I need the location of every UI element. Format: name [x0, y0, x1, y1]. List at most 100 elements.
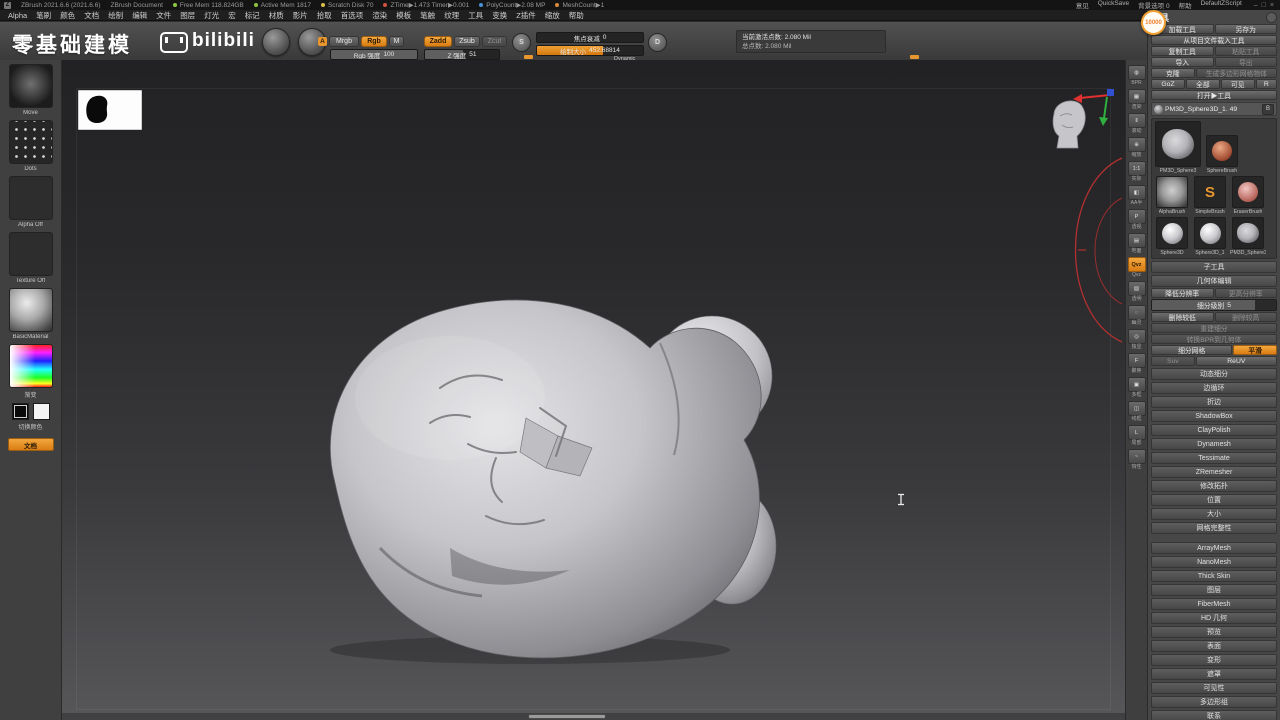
stroke-thumbnail-icon[interactable]: [8, 120, 53, 164]
copy-tool-button[interactable]: 复制工具: [1151, 46, 1214, 56]
horizontal-scrollbar-thumb[interactable]: [528, 714, 606, 719]
subpalette-header[interactable]: Thick Skin: [1151, 570, 1277, 582]
menu-item[interactable]: 笔触: [420, 10, 435, 20]
material-selector[interactable]: BasicMaterial: [8, 288, 53, 340]
clone-button[interactable]: 克隆: [1151, 68, 1195, 78]
subpalette-header[interactable]: 图层: [1151, 584, 1277, 596]
import-button[interactable]: 导入: [1151, 57, 1214, 67]
right-shelf-button[interactable]: ◧ AA半: [1127, 185, 1146, 206]
subsection-header[interactable]: 边循环: [1151, 382, 1277, 394]
active-tool-bar[interactable]: PM3D_Sphere3D_1. 49 B: [1151, 102, 1277, 116]
right-shelf-icon[interactable]: ◎: [1127, 329, 1146, 344]
menu-item[interactable]: 拾取: [317, 10, 332, 20]
right-shelf-icon[interactable]: 1:1: [1127, 161, 1146, 176]
right-shelf-icon[interactable]: L: [1127, 425, 1146, 440]
titlebar-button[interactable]: 帮助: [1179, 0, 1192, 10]
right-shelf-button[interactable]: Qvz Qvz: [1127, 257, 1146, 278]
document-button[interactable]: 文档: [7, 438, 54, 451]
del-higher-button[interactable]: 删除较高: [1214, 312, 1277, 322]
material-thumbnail-icon[interactable]: [8, 288, 53, 332]
subpalette-header[interactable]: 表面: [1151, 640, 1277, 652]
rgb-intensity-slider[interactable]: Rgb 强度 100: [330, 49, 418, 60]
menu-item[interactable]: Alpha: [8, 11, 27, 20]
subpalette-header[interactable]: 遮罩: [1151, 668, 1277, 680]
subsection-header[interactable]: 修改拓扑: [1151, 480, 1277, 492]
brush-selector[interactable]: Move: [8, 64, 53, 116]
titlebar-button[interactable]: 意见: [1076, 0, 1089, 10]
zsub-button[interactable]: Zsub: [454, 36, 480, 47]
right-shelf-button[interactable]: L 局部: [1127, 425, 1146, 446]
right-shelf-icon[interactable]: P: [1127, 209, 1146, 224]
right-shelf-button[interactable]: P 透视: [1127, 209, 1146, 230]
higher-res-button[interactable]: 更高分辨率: [1214, 288, 1277, 298]
right-shelf-icon[interactable]: ◍: [1127, 65, 1146, 80]
zadd-button[interactable]: Zadd: [424, 36, 452, 47]
tool-thumbnail[interactable]: SphereBrush: [1204, 135, 1240, 174]
right-shelf-button[interactable]: ~ 惰性: [1127, 449, 1146, 470]
lightbox-toggle-icon[interactable]: [262, 28, 290, 56]
menu-item[interactable]: 绘制: [108, 10, 123, 20]
titlebar-button[interactable]: DefaultZScript: [1201, 0, 1242, 10]
alpha-thumbnail-icon[interactable]: [8, 176, 53, 220]
stroke-curve-icon[interactable]: S: [512, 33, 531, 52]
tool-thumbnail-icon[interactable]: [1156, 217, 1188, 249]
menu-item[interactable]: 工具: [468, 10, 483, 20]
texture-thumbnail-icon[interactable]: [8, 232, 53, 276]
alpha-selector[interactable]: Alpha Off: [8, 176, 53, 228]
sculpture-mesh[interactable]: [240, 248, 800, 673]
mrgb-button[interactable]: Mrgb: [329, 36, 359, 47]
right-shelf-icon[interactable]: ◌: [1127, 305, 1146, 320]
subsection-header[interactable]: 折边: [1151, 396, 1277, 408]
goz-r-button[interactable]: R: [1255, 79, 1278, 89]
menu-item[interactable]: 笔刷: [36, 10, 51, 20]
menu-item[interactable]: Z插件: [516, 10, 536, 20]
menu-item[interactable]: 颜色: [60, 10, 75, 20]
stroke-selector[interactable]: Dots: [8, 120, 53, 172]
menu-item[interactable]: 文档: [84, 10, 99, 20]
make-polymesh3d-button[interactable]: 生成多边形网格物体: [1195, 68, 1277, 78]
alpha-badge[interactable]: A: [318, 37, 327, 46]
right-shelf-icon[interactable]: ⇕: [1127, 113, 1146, 128]
reconstruct-subdiv-button[interactable]: 重建细分: [1151, 323, 1277, 333]
right-shelf-icon[interactable]: ⊕: [1127, 137, 1146, 152]
tool-thumbnail-icon[interactable]: [1206, 135, 1238, 167]
divide-button[interactable]: 细分网格: [1151, 345, 1233, 355]
tool-thumbnail[interactable]: PM3D_Sphere3D: [1230, 217, 1266, 256]
right-shelf-button[interactable]: ⊕ 缩放: [1127, 137, 1146, 158]
palette-menu-icon[interactable]: [1266, 12, 1277, 23]
right-shelf-button[interactable]: ⇕ 滚动: [1127, 113, 1146, 134]
right-shelf-icon[interactable]: ▨: [1127, 281, 1146, 296]
tool-thumbnail[interactable]: Sphere3D_1: [1192, 217, 1228, 256]
export-button[interactable]: 导出: [1214, 57, 1277, 67]
right-shelf-button[interactable]: ▨ 透明: [1127, 281, 1146, 302]
right-shelf-icon[interactable]: ▣: [1127, 377, 1146, 392]
right-shelf-icon[interactable]: ◧: [1127, 185, 1146, 200]
tool-thumbnail-icon[interactable]: [1155, 121, 1201, 167]
window-control-button[interactable]: □: [1260, 2, 1268, 9]
tool-thumbnail-icon[interactable]: [1232, 176, 1264, 208]
rgb-button[interactable]: Rgb: [361, 36, 387, 47]
subsection-header[interactable]: 动态细分: [1151, 368, 1277, 380]
active-tool-badge[interactable]: B: [1262, 103, 1274, 115]
menu-item[interactable]: 编辑: [132, 10, 147, 20]
subsection-header[interactable]: ClayPolish: [1151, 424, 1277, 436]
tool-thumbnail-icon[interactable]: S: [1194, 176, 1226, 208]
subpalette-header[interactable]: NanoMesh: [1151, 556, 1277, 568]
del-lower-button[interactable]: 删除较低: [1151, 312, 1214, 322]
focal-shift-slider[interactable]: 焦点衰减 0: [536, 32, 644, 43]
goz-button[interactable]: GoZ: [1151, 79, 1185, 89]
menu-item[interactable]: 图层: [180, 10, 195, 20]
draw-size-slider[interactable]: 绘制大小 452.68814: [536, 45, 644, 56]
color-picker[interactable]: 渐变: [8, 344, 53, 399]
right-shelf-button[interactable]: F 聚焦: [1127, 353, 1146, 374]
suv-toggle[interactable]: Suv: [1151, 356, 1195, 366]
tool-thumbnail-icon[interactable]: [1232, 217, 1264, 249]
open-tool-button[interactable]: 打开▶工具: [1151, 90, 1277, 100]
reuv-button[interactable]: ReUV: [1195, 356, 1277, 366]
subsection-header[interactable]: 网格完整性: [1151, 522, 1277, 534]
subpalette-header[interactable]: HD 几何: [1151, 612, 1277, 624]
paste-tool-button[interactable]: 粘贴工具: [1214, 46, 1277, 56]
right-shelf-button[interactable]: ◫ 线框: [1127, 401, 1146, 422]
menu-item[interactable]: 模板: [396, 10, 411, 20]
menu-item[interactable]: 文件: [156, 10, 171, 20]
